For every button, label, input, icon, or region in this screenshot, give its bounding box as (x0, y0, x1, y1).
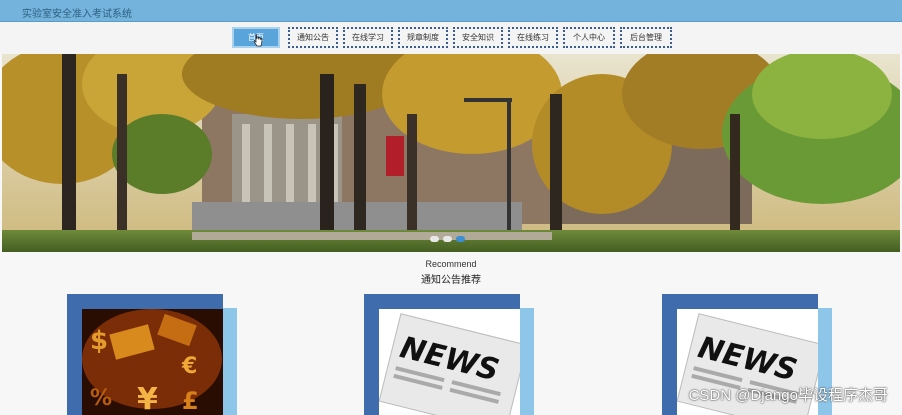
csdn-watermark: CSDN @Django毕设程序杰哥 (688, 387, 888, 404)
recommend-heading-zh: 通知公告推荐 (421, 275, 481, 286)
svg-text:$: $ (90, 326, 108, 356)
recommend-heading-en: Recommend (425, 259, 477, 269)
app-title: 实验室安全准入考试系统 (22, 9, 132, 20)
nav-item-admin[interactable]: 后台管理 (620, 27, 672, 48)
nav-item-regulations[interactable]: 规章制度 (398, 27, 448, 48)
carousel-dot-3[interactable] (456, 236, 465, 242)
carousel-banner[interactable] (2, 54, 900, 252)
card-image-news: NEWS (379, 309, 520, 415)
campus-photo (2, 54, 900, 252)
svg-text:€: € (181, 354, 197, 379)
svg-text:£: £ (182, 387, 199, 415)
carousel-dot-1[interactable] (430, 236, 439, 242)
nav-item-personal-center[interactable]: 个人中心 (563, 27, 615, 48)
card-accent (223, 308, 237, 415)
app-title-bar: 实验室安全准入考试系统 (0, 0, 902, 22)
mouse-cursor-icon (253, 33, 263, 47)
nav-item-online-learning[interactable]: 在线学习 (343, 27, 393, 48)
card-image-currency: $ € ¥ £ % (82, 309, 223, 415)
nav-item-notices[interactable]: 通知公告 (288, 27, 338, 48)
card-accent (520, 308, 534, 415)
carousel-indicators (430, 236, 465, 242)
carousel-dot-2[interactable] (443, 236, 452, 242)
recommend-card-1[interactable]: $ € ¥ £ % (67, 294, 237, 415)
recommend-card-2[interactable]: NEWS (364, 294, 534, 415)
svg-text:%: % (90, 386, 112, 411)
nav-item-safety-knowledge[interactable]: 安全知识 (453, 27, 503, 48)
main-nav: 首页 通知公告 在线学习 规章制度 安全知识 在线练习 个人中心 后台管理 (0, 22, 902, 54)
nav-item-online-practice[interactable]: 在线练习 (508, 27, 558, 48)
svg-text:¥: ¥ (137, 382, 158, 415)
